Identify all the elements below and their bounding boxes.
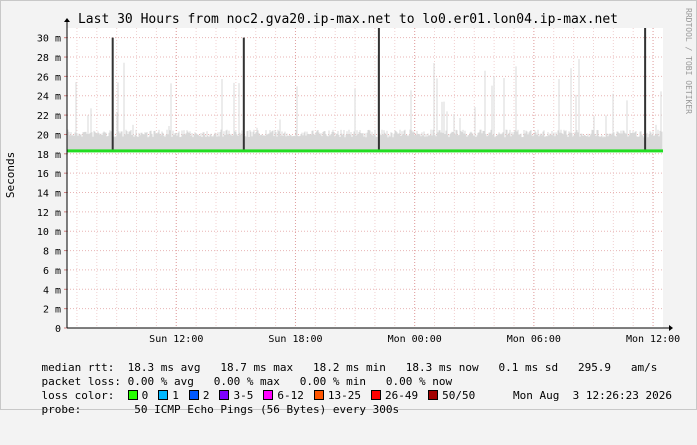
loss-color-row: loss color: 0 1 2 3-5 6-12 13-25 26-49 50/50 (15, 375, 485, 402)
plot-area: 0 2 m 4 m 6 m 8 m 10 m 12 m 14 m 16 m 18 m 20 m 22 … (37, 18, 680, 345)
x-tick-label: Mon 00:00 (388, 334, 442, 345)
y-tick-label: 8 m (43, 247, 61, 258)
legend: median rtt: 18.3 ms avg 18.7 ms max 18.2… (15, 347, 695, 416)
x-tick-label: Mon 12:00 (626, 334, 680, 345)
y-tick-label: 20 m (37, 130, 61, 141)
y-tick-label: 0 (55, 324, 61, 335)
x-tick-label: Sun 18:00 (268, 334, 322, 345)
y-tick-label: 24 m (37, 92, 61, 103)
y-axis-label: Seconds (4, 152, 17, 198)
y-tick-label: 16 m (37, 169, 61, 180)
x-tick-label: Sun 12:00 (149, 334, 203, 345)
probe-row: probe: 50 ICMP Echo Pings (56 Bytes) eve… (15, 389, 695, 416)
y-tick-label: 2 m (43, 305, 61, 316)
y-tick-label: 22 m (37, 111, 61, 122)
y-tick-label: 30 m (37, 34, 61, 45)
y-tick-label: 14 m (37, 189, 61, 200)
y-tick-label: 28 m (37, 53, 61, 64)
y-tick-label: 12 m (37, 208, 61, 219)
timestamp: Mon Aug 3 12:26:23 2026 (513, 389, 672, 402)
packet-loss-row: packet loss: 0.00 % avg 0.00 % max 0.00 … (15, 361, 453, 388)
x-axis-arrow (669, 325, 673, 331)
y-tick-label: 18 m (37, 150, 61, 161)
rrdtool-credit: RRDTOOL / TOBI OETIKER (684, 8, 693, 114)
y-tick-label: 4 m (43, 285, 61, 296)
y-tick-label: 10 m (37, 227, 61, 238)
y-tick-label: 26 m (37, 72, 61, 83)
y-tick-label: 6 m (43, 266, 61, 277)
y-axis-arrow (64, 18, 70, 22)
chart-title: Last 30 Hours from noc2.gva20.ip-max.net… (78, 12, 618, 27)
median-rtt-row: median rtt: 18.3 ms avg 18.7 ms max 18.2… (15, 347, 658, 374)
x-tick-label: Mon 06:00 (507, 334, 561, 345)
median-rtt-line (67, 149, 663, 153)
